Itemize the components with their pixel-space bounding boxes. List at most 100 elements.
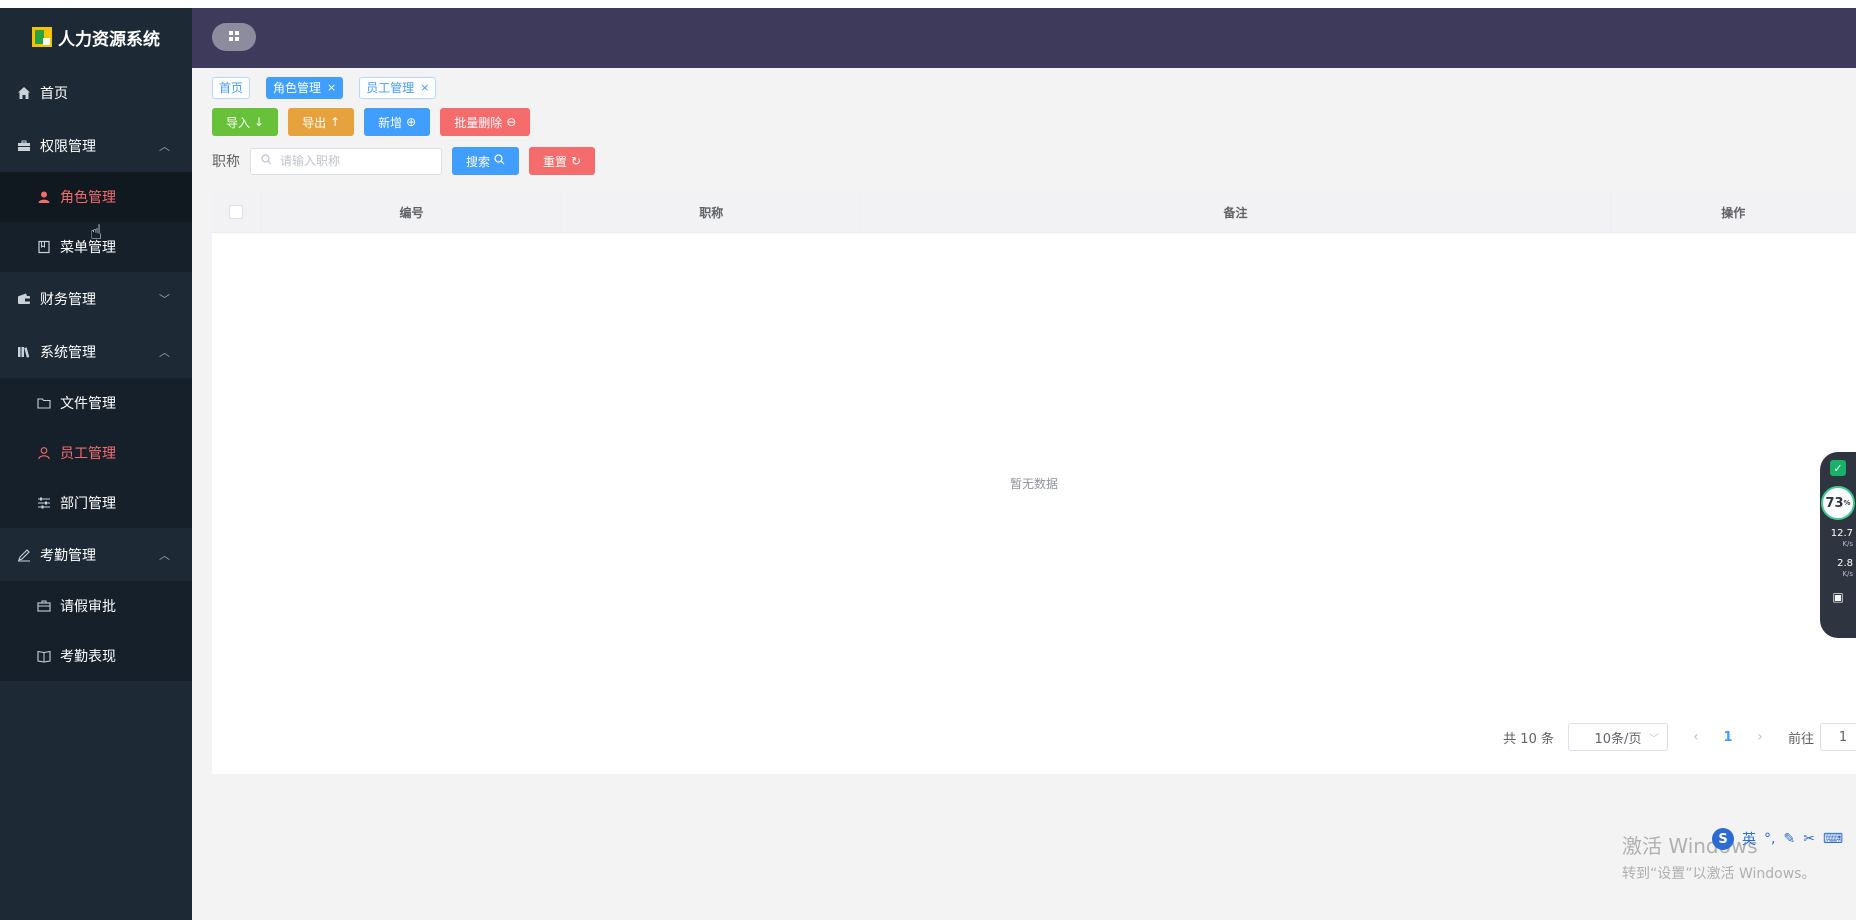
column-header-title[interactable]: 职称 (562, 192, 862, 232)
watermark-line-2: 转到“设置”以激活 Windows。 (1622, 866, 1816, 882)
edit-icon (16, 547, 32, 563)
ime-logo-icon[interactable]: S (1712, 828, 1734, 850)
brand[interactable]: 人力资源系统 (0, 8, 192, 66)
sliders-icon (36, 495, 52, 511)
sidebar-item-home[interactable]: 首页 (0, 66, 192, 119)
close-icon[interactable]: × (420, 78, 429, 98)
search-button[interactable]: 搜索 (452, 147, 520, 175)
page-size-value: 10条/页 (1594, 731, 1642, 747)
sidebar-item-department-management[interactable]: 部门管理 (0, 478, 192, 528)
sidebar-item-attendance-performance[interactable]: 考勤表现 (0, 631, 192, 681)
scissors-icon[interactable]: ✂ (1803, 831, 1815, 847)
tab-label: 角色管理 (273, 81, 322, 95)
upload-speed-unit: K/s (1842, 540, 1853, 548)
refresh-icon: ↻ (571, 154, 582, 168)
search-box[interactable] (250, 147, 442, 175)
sidebar-item-menu-management[interactable]: 菜单管理 (0, 222, 192, 272)
top-header (192, 8, 1856, 68)
upload-speed-value: 12.7 (1830, 528, 1853, 539)
search-icon (261, 154, 272, 168)
clipboard-icon[interactable]: ▣ (1832, 590, 1843, 604)
tab-home[interactable]: 首页 (212, 77, 251, 99)
search-row: 职称 搜索 重置 ↻ (212, 147, 605, 175)
sidebar-menu: 首页 权限管理 ︿ 角色管理 菜单管理 财务管理 ﹀ 系统管理 ︿ 文件管理 员… (0, 66, 192, 681)
batch-delete-button[interactable]: 批量删除 ⊖ (440, 108, 531, 136)
export-button-label: 导出 (302, 115, 327, 130)
sidebar-item-label: 权限管理 (40, 138, 96, 155)
next-page-button[interactable]: › (1746, 729, 1774, 745)
tab-role-management[interactable]: 角色管理 × (266, 77, 344, 99)
ime-mode[interactable]: 英 (1742, 829, 1756, 849)
shield-check-icon: ✓ (1830, 460, 1846, 476)
sidebar-item-label: 请假审批 (60, 599, 116, 615)
sidebar-item-label: 考勤表现 (60, 649, 116, 665)
sidebar-item-label: 员工管理 (60, 446, 116, 462)
chevron-down-icon: ﹀ (159, 292, 170, 306)
page-size-select[interactable]: 10条/页 ﹀ (1567, 723, 1668, 751)
tab-bar: 首页 角色管理 × 员工管理 × (212, 77, 437, 99)
user-icon (36, 189, 52, 205)
sidebar-item-permission[interactable]: 权限管理 ︿ (0, 119, 192, 172)
table-body: 暂无数据 (212, 233, 1856, 734)
sub-menu-attendance: 请假审批 考勤表现 (0, 581, 192, 681)
add-button[interactable]: 新增 ⊕ (364, 108, 431, 136)
select-all-checkbox[interactable] (229, 205, 244, 219)
minus-circle-icon: ⊖ (506, 115, 517, 129)
memory-percent: 73 (1825, 495, 1844, 511)
briefcase-icon (16, 138, 32, 154)
upload-speed: 12.7 K/s (1823, 528, 1853, 550)
export-button[interactable]: 导出 ↑ (288, 108, 355, 136)
reset-button[interactable]: 重置 ↻ (529, 147, 596, 175)
column-header-id[interactable]: 编号 (262, 192, 563, 232)
empty-state-text: 暂无数据 (1009, 476, 1058, 491)
column-header-remark[interactable]: 备注 (861, 192, 1611, 232)
main-content: 首页 角色管理 × 员工管理 × 导入 ↓ 导出 ↑ 新增 ⊕ 批量删除 ⊖ 职… (192, 68, 1856, 920)
batch-delete-button-label: 批量删除 (454, 115, 503, 130)
close-icon[interactable]: × (327, 78, 336, 98)
keyboard-icon[interactable]: ⌨ (1823, 831, 1843, 847)
ime-toolbar[interactable]: S 英 °, ✎ ✂ ⌨ (1712, 828, 1843, 850)
sidebar-item-attendance[interactable]: 考勤管理 ︿ (0, 528, 192, 581)
page-number-current[interactable]: 1 (1710, 730, 1746, 745)
chevron-down-icon: ﹀ (1648, 733, 1659, 745)
menu-toggle-button[interactable] (212, 23, 256, 51)
plus-circle-icon: ⊕ (406, 115, 417, 129)
goto-page-input[interactable]: 1 (1820, 723, 1856, 751)
download-speed: 2.8 K/s (1823, 558, 1853, 580)
pagination: 共 10 条 10条/页 ﹀ ‹ 1 › 前往 1 (1503, 723, 1856, 751)
select-all-cell (212, 192, 262, 232)
sidebar-item-label: 系统管理 (40, 344, 96, 361)
sidebar-item-label: 菜单管理 (60, 240, 116, 256)
document-icon (36, 239, 52, 255)
memory-percent-unit: % (1843, 499, 1851, 507)
column-header-actions[interactable]: 操作 (1611, 192, 1856, 232)
reset-button-label: 重置 (543, 154, 568, 169)
pen-icon[interactable]: ✎ (1783, 831, 1795, 847)
sidebar-item-role-management[interactable]: 角色管理 (0, 172, 192, 222)
sidebar-item-label: 首页 (40, 85, 68, 102)
sidebar: 人力资源系统 首页 权限管理 ︿ 角色管理 菜单管理 财务管理 ﹀ 系统管理 ︿… (0, 8, 192, 920)
sidebar-item-label: 部门管理 (60, 496, 116, 512)
sidebar-item-file-management[interactable]: 文件管理 (0, 378, 192, 428)
user-outline-icon (36, 445, 52, 461)
sidebar-item-system[interactable]: 系统管理 ︿ (0, 325, 192, 378)
import-button[interactable]: 导入 ↓ (212, 108, 279, 136)
sidebar-item-label: 考勤管理 (40, 547, 96, 564)
sidebar-item-employee-management[interactable]: 员工管理 (0, 428, 192, 478)
sub-menu-system: 文件管理 员工管理 部门管理 (0, 378, 192, 528)
book-icon (36, 648, 52, 664)
system-monitor-widget[interactable]: ✓ 73% 12.7 K/s 2.8 K/s ▣ (1820, 452, 1856, 638)
tab-label: 员工管理 (366, 81, 415, 95)
punctuation-icon[interactable]: °, (1764, 831, 1775, 847)
suitcase-icon (36, 598, 52, 614)
grid-icon (229, 30, 239, 45)
wallet-icon (16, 291, 32, 307)
arrow-up-icon: ↑ (330, 115, 341, 129)
action-toolbar: 导入 ↓ 导出 ↑ 新增 ⊕ 批量删除 ⊖ (212, 108, 531, 136)
prev-page-button[interactable]: ‹ (1682, 729, 1710, 745)
tab-employee-management[interactable]: 员工管理 × (359, 77, 437, 99)
title-search-input[interactable] (278, 153, 432, 169)
chevron-up-icon: ︿ (159, 548, 170, 562)
sidebar-item-leave-approval[interactable]: 请假审批 (0, 581, 192, 631)
sidebar-item-finance[interactable]: 财务管理 ﹀ (0, 272, 192, 325)
